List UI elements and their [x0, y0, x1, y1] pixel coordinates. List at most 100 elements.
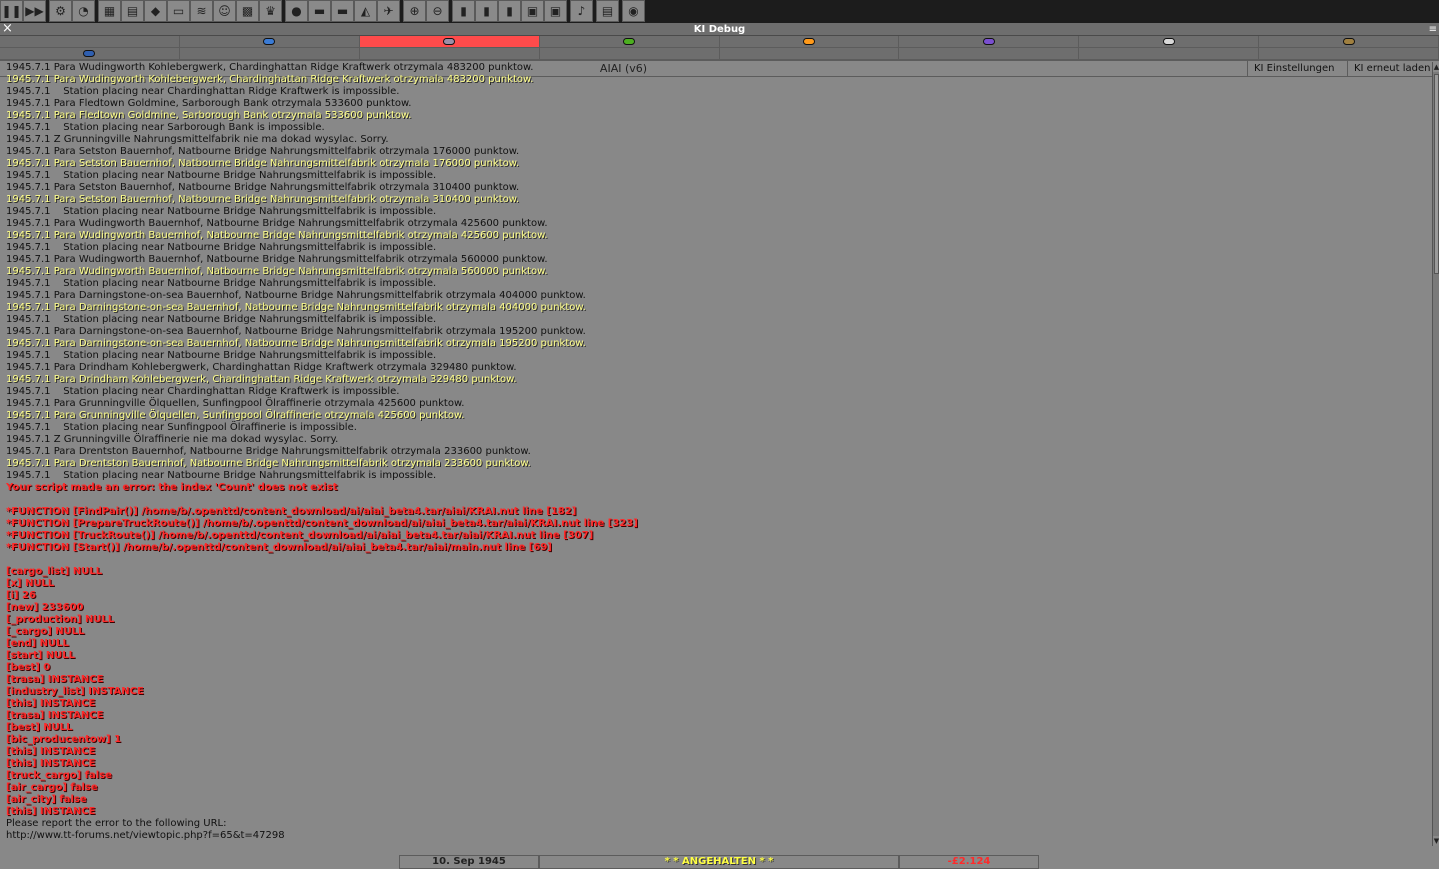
scroll-thumb[interactable]: [1434, 74, 1439, 274]
log-scrollbar[interactable]: ▲ ▼: [1432, 62, 1439, 846]
industry-icon[interactable]: ●: [285, 0, 308, 22]
league-table-icon[interactable]: ♛: [259, 0, 282, 22]
company-color-icon: [982, 38, 995, 45]
company-selector-row-2: [0, 48, 1439, 60]
log-line: 1945.7.1 Para Setston Bauernhof, Natbour…: [6, 158, 520, 169]
log-line: [_production] NULL: [6, 614, 115, 625]
company-button[interactable]: [179, 36, 360, 47]
company-button: [1259, 48, 1439, 59]
company-button[interactable]: [359, 36, 540, 47]
map-icon[interactable]: ▦: [98, 0, 121, 22]
status-message[interactable]: * * ANGEHALTEN * *: [539, 855, 899, 869]
log-line: [trasa] INSTANCE: [6, 710, 104, 721]
build-road-icon[interactable]: ▮: [475, 0, 498, 22]
log-line: 1945.7.1 Para Drindham Kohlebergwerk, Ch…: [6, 362, 517, 373]
company-button: [1079, 48, 1260, 59]
log-line: 1945.7.1 Para Fledtown Goldmine, Sarboro…: [6, 98, 412, 109]
log-line: 1945.7.1 Para Grunningville Ölquellen, S…: [6, 410, 465, 421]
aircraft-list-icon[interactable]: ✈: [377, 0, 400, 22]
log-line: 1945.7.1 Para Darningstone-on-sea Bauern…: [6, 326, 586, 337]
finances-icon[interactable]: ≋: [190, 0, 213, 22]
save-load-icon[interactable]: ◔: [72, 0, 95, 22]
log-line: 1945.7.1 Station placing near Natbourne …: [6, 350, 437, 361]
company-color-icon: [802, 38, 815, 45]
help-icon[interactable]: ◉: [622, 0, 645, 22]
music-icon[interactable]: ♪: [570, 0, 593, 22]
company-button[interactable]: [719, 36, 900, 47]
build-railway-icon[interactable]: ▮: [452, 0, 475, 22]
company-color-icon: [83, 50, 96, 57]
subsidies-icon[interactable]: ◆: [144, 0, 167, 22]
log-line: 1945.7.1 Para Wudingworth Bauernhof, Nat…: [6, 230, 548, 241]
fast-forward-icon[interactable]: ▶▶: [23, 0, 46, 22]
log-line: [new] 233600: [6, 602, 84, 613]
log-line: Your script made an error: the index 'Co…: [6, 482, 338, 493]
log-line: [this] INSTANCE: [6, 746, 96, 757]
company-button[interactable]: [0, 48, 180, 59]
company-color-icon: [1162, 38, 1175, 45]
sticky-icon[interactable]: ≡: [1429, 23, 1437, 36]
company-button: [899, 48, 1080, 59]
log-line: 1945.7.1 Para Setston Bauernhof, Natbour…: [6, 146, 520, 157]
log-line: 1945.7.1 Para Wudingworth Kohlebergwerk,…: [6, 62, 534, 73]
log-line: [cargo_list] NULL: [6, 566, 103, 577]
log-line: 1945.7.1 Station placing near Sarborough…: [6, 122, 325, 133]
build-airport-icon[interactable]: ▣: [521, 0, 544, 22]
log-line: [this] INSTANCE: [6, 698, 96, 709]
graphs-icon[interactable]: ▩: [236, 0, 259, 22]
company-button: [719, 48, 900, 59]
zoom-out-icon[interactable]: ⊖: [426, 0, 449, 22]
company-icon[interactable]: ☺: [213, 0, 236, 22]
log-line: [this] INSTANCE: [6, 758, 96, 769]
build-waterways-icon[interactable]: ▮: [498, 0, 521, 22]
log-line: 1945.7.1 Station placing near Natbourne …: [6, 206, 437, 217]
window-titlebar[interactable]: × KI Debug ≡: [0, 21, 1439, 36]
log-line: 1945.7.1 Z Grunningville Ölraffinerie ni…: [6, 434, 339, 445]
company-button: [0, 36, 180, 47]
log-line: 1945.7.1 Para Drentston Bauernhof, Natbo…: [6, 458, 531, 469]
log-line: 1945.7.1 Para Drentston Bauernhof, Natbo…: [6, 446, 531, 457]
company-button[interactable]: [539, 36, 720, 47]
train-list-icon[interactable]: ▬: [308, 0, 331, 22]
log-line: [trasa] INSTANCE: [6, 674, 104, 685]
zoom-in-icon[interactable]: ⊕: [403, 0, 426, 22]
log-line: [best] 0: [6, 662, 51, 673]
station-list-icon[interactable]: ▭: [167, 0, 190, 22]
pause-icon[interactable]: ❚❚: [0, 0, 23, 22]
window-title: KI Debug: [693, 24, 746, 35]
log-line: [_cargo] NULL: [6, 626, 85, 637]
log-line: [best] NULL: [6, 722, 73, 733]
status-date: 10. Sep 1945: [399, 855, 539, 869]
landscaping-icon[interactable]: ▣: [544, 0, 567, 22]
log-line: 1945.7.1 Station placing near Chardingha…: [6, 86, 400, 97]
log-line: *FUNCTION [TruckRoute()] /home/b/.opentt…: [6, 530, 594, 541]
log-line: 1945.7.1 Para Setston Bauernhof, Natbour…: [6, 182, 520, 193]
company-button[interactable]: [1259, 36, 1439, 47]
ship-list-icon[interactable]: ◭: [354, 0, 377, 22]
road-vehicle-list-icon[interactable]: ▬: [331, 0, 354, 22]
company-button[interactable]: [899, 36, 1080, 47]
log-line: [start] NULL: [6, 650, 76, 661]
town-directory-icon[interactable]: ▤: [121, 0, 144, 22]
company-color-icon: [623, 38, 636, 45]
newspaper-icon[interactable]: ▤: [596, 0, 619, 22]
log-line: *FUNCTION [FindPair()] /home/b/.openttd/…: [6, 506, 577, 517]
log-line: 1945.7.1 Para Wudingworth Kohlebergwerk,…: [6, 74, 534, 85]
scroll-up-arrow-icon[interactable]: ▲: [1433, 62, 1439, 72]
company-button[interactable]: [1079, 36, 1260, 47]
log-line: 1945.7.1 Para Darningstone-on-sea Bauern…: [6, 302, 586, 313]
company-color-icon: [263, 38, 276, 45]
log-line: 1945.7.1 Station placing near Chardingha…: [6, 386, 400, 397]
scroll-down-arrow-icon[interactable]: ▼: [1433, 836, 1439, 846]
log-line: [end] NULL: [6, 638, 69, 649]
main-toolbar: ❚❚ ▶▶ ⚙ ◔ ▦ ▤ ◆ ▭ ≋ ☺ ▩ ♛ ● ▬ ▬ ◭ ✈ ⊕ ⊖ ▮ ▮ ▮ ▣ ▣ ♪ ▤ ◉: [0, 0, 1439, 23]
status-bar: 10. Sep 1945 * * ANGEHALTEN * * -£2.124: [399, 855, 1039, 869]
company-button: [539, 48, 720, 59]
log-line: [x] NULL: [6, 578, 55, 589]
log-line: 1945.7.1 Station placing near Natbourne …: [6, 170, 437, 181]
log-line: 1945.7.1 Para Grunningville Ölquellen, S…: [6, 398, 465, 409]
log-line: 1945.7.1 Station placing near Natbourne …: [6, 242, 437, 253]
settings-icon[interactable]: ⚙: [49, 0, 72, 22]
